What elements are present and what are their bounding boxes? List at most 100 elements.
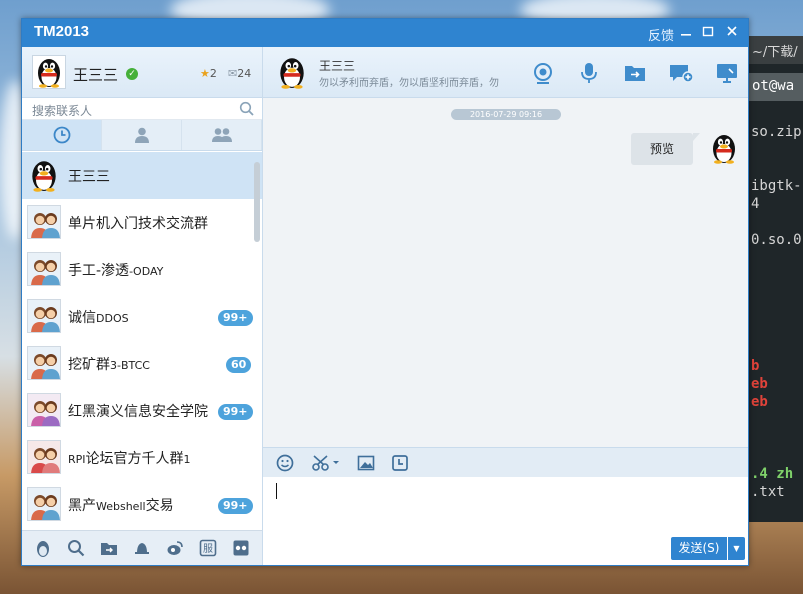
group-icon bbox=[211, 128, 232, 142]
person-icon bbox=[134, 127, 149, 143]
send-image-button[interactable] bbox=[357, 454, 375, 472]
penguin-avatar-icon bbox=[38, 59, 60, 88]
scissors-icon bbox=[312, 455, 339, 471]
penguin-avatar-icon bbox=[713, 135, 735, 164]
close-button[interactable] bbox=[722, 23, 742, 43]
chevron-down-icon: ▼ bbox=[733, 544, 740, 553]
list-item[interactable]: 手工-渗透-ODAY bbox=[22, 246, 262, 293]
terminal-prompt: ot@wa bbox=[748, 73, 803, 101]
list-item[interactable]: 红黑演义信息安全学院 99+ bbox=[22, 387, 262, 434]
contact-name: 单片机入门技术交流群 bbox=[68, 216, 208, 232]
penguin-avatar-icon bbox=[280, 58, 304, 89]
terminal-line: 4 bbox=[751, 196, 760, 212]
mail-notification[interactable]: ✉24 bbox=[228, 67, 251, 80]
notification-button[interactable] bbox=[132, 538, 152, 558]
qq-chat-window: TM2013 反馈 王三三 ✓ ★2 ✉24 搜索联系人 王三三 单片机入门技术… bbox=[21, 18, 749, 566]
voice-call-button[interactable] bbox=[577, 62, 601, 84]
chat-add-icon bbox=[670, 65, 693, 83]
chat-header: 王三三 勿以矛利而弃盾，勿以盾坚利而弃盾，勿 bbox=[263, 47, 748, 98]
tab-recent[interactable] bbox=[22, 120, 102, 150]
screenshot-button[interactable] bbox=[311, 454, 341, 472]
weibo-button[interactable] bbox=[165, 538, 185, 558]
group-avatar-icon bbox=[27, 346, 61, 380]
bell-icon bbox=[134, 543, 149, 554]
group-avatar-icon bbox=[27, 487, 61, 521]
list-item[interactable]: 单片机入门技术交流群 bbox=[22, 199, 262, 246]
terminal-line: b bbox=[751, 358, 760, 374]
terminal-line: .txt bbox=[751, 484, 785, 500]
weibo-icon bbox=[167, 541, 183, 555]
search-icon[interactable] bbox=[239, 101, 254, 120]
send-button[interactable]: 发送(S) bbox=[671, 537, 727, 560]
unread-badge: 60 bbox=[226, 357, 252, 373]
online-status-icon[interactable]: ✓ bbox=[126, 68, 138, 80]
contact-name: 王三三 bbox=[68, 169, 110, 185]
minimize-button[interactable] bbox=[676, 23, 696, 43]
send-options-button[interactable]: ▼ bbox=[728, 537, 745, 560]
list-item[interactable]: 挖矿群3-BTCC 60 bbox=[22, 340, 262, 387]
list-item[interactable]: 黑产Webshell交易 99+ bbox=[22, 481, 262, 528]
avatar[interactable] bbox=[32, 55, 66, 89]
chat-panel: 王三三 勿以矛利而弃盾，勿以盾坚利而弃盾，勿 2016-07-29 09:16 … bbox=[262, 47, 748, 565]
feedback-link[interactable]: 反馈 bbox=[648, 25, 674, 44]
history-icon bbox=[392, 455, 408, 471]
message-bubble[interactable]: 预览 bbox=[631, 133, 700, 165]
file-transfer-button[interactable] bbox=[99, 538, 119, 558]
tab-groups[interactable] bbox=[182, 120, 262, 150]
contact-name: 红黑演义信息安全学院 bbox=[68, 404, 208, 420]
terminal-line: ibgtk- bbox=[751, 178, 802, 194]
contact-name: 诚信DDOS bbox=[68, 310, 129, 326]
avatar[interactable] bbox=[708, 131, 740, 165]
mail-icon: ✉ bbox=[228, 67, 238, 80]
send-file-button[interactable] bbox=[623, 62, 647, 84]
terminal-window[interactable]: ~/下载/ ot@wa so.zip ibgtk- 4 0.so.0 b eb … bbox=[748, 36, 803, 522]
service-icon: 服 bbox=[199, 539, 217, 557]
maximize-button[interactable] bbox=[698, 23, 718, 43]
message-input[interactable]: 发送(S) ▼ bbox=[263, 477, 748, 565]
group-avatar-icon bbox=[27, 393, 61, 427]
list-item[interactable]: 诚信DDOS 99+ bbox=[22, 293, 262, 340]
unread-badge: 99+ bbox=[218, 310, 253, 326]
contact-search[interactable]: 搜索联系人 bbox=[22, 98, 262, 120]
tab-friends[interactable] bbox=[102, 120, 182, 150]
search-button[interactable] bbox=[66, 538, 86, 558]
unread-badge: 99+ bbox=[218, 498, 253, 514]
chat-contact-name[interactable]: 王三三 bbox=[319, 57, 355, 74]
main-menu-button[interactable] bbox=[33, 538, 53, 558]
create-group-button[interactable] bbox=[669, 62, 693, 84]
avatar[interactable] bbox=[275, 55, 309, 89]
terminal-title: ~/下载/ bbox=[748, 36, 803, 64]
group-avatar-icon bbox=[27, 440, 61, 474]
video-call-button[interactable] bbox=[531, 62, 555, 84]
star-icon: ★ bbox=[200, 67, 210, 80]
terminal-line: .4 zh bbox=[751, 466, 794, 482]
avatar bbox=[27, 158, 61, 192]
qzone-notification[interactable]: ★2 bbox=[200, 67, 217, 80]
search-input[interactable]: 搜索联系人 bbox=[32, 102, 92, 119]
svg-text:服: 服 bbox=[203, 543, 213, 555]
profile-header: 王三三 ✓ ★2 ✉24 bbox=[22, 47, 262, 98]
terminal-line: eb bbox=[751, 376, 768, 392]
chat-contact-signature: 勿以矛利而弃盾，勿以盾坚利而弃盾，勿 bbox=[319, 78, 499, 89]
contact-tabs bbox=[22, 120, 262, 151]
contact-name: RPI论坛官方千人群1 bbox=[68, 451, 191, 467]
history-button[interactable] bbox=[391, 454, 409, 472]
list-item[interactable]: 王三三 bbox=[22, 152, 262, 199]
service-button[interactable]: 服 bbox=[198, 538, 218, 558]
title-bar[interactable]: TM2013 反馈 bbox=[22, 19, 748, 47]
bottom-toolbar: 服 bbox=[22, 530, 262, 565]
list-item[interactable]: RPI论坛官方千人群1 bbox=[22, 434, 262, 481]
smiley-icon bbox=[276, 454, 294, 472]
emoji-button[interactable] bbox=[276, 454, 294, 472]
folder-icon bbox=[625, 66, 645, 81]
profile-name[interactable]: 王三三 bbox=[73, 64, 118, 85]
remote-desktop-button[interactable] bbox=[715, 62, 739, 84]
monitor-icon bbox=[717, 64, 737, 83]
group-avatar-icon bbox=[27, 299, 61, 333]
webcam-icon bbox=[534, 63, 552, 84]
apps-button[interactable] bbox=[231, 538, 251, 558]
scrollbar[interactable] bbox=[254, 162, 260, 242]
contact-name: 挖矿群3-BTCC bbox=[68, 357, 150, 373]
terminal-line: eb bbox=[751, 394, 768, 410]
terminal-line: 0.so.0 bbox=[751, 232, 802, 248]
